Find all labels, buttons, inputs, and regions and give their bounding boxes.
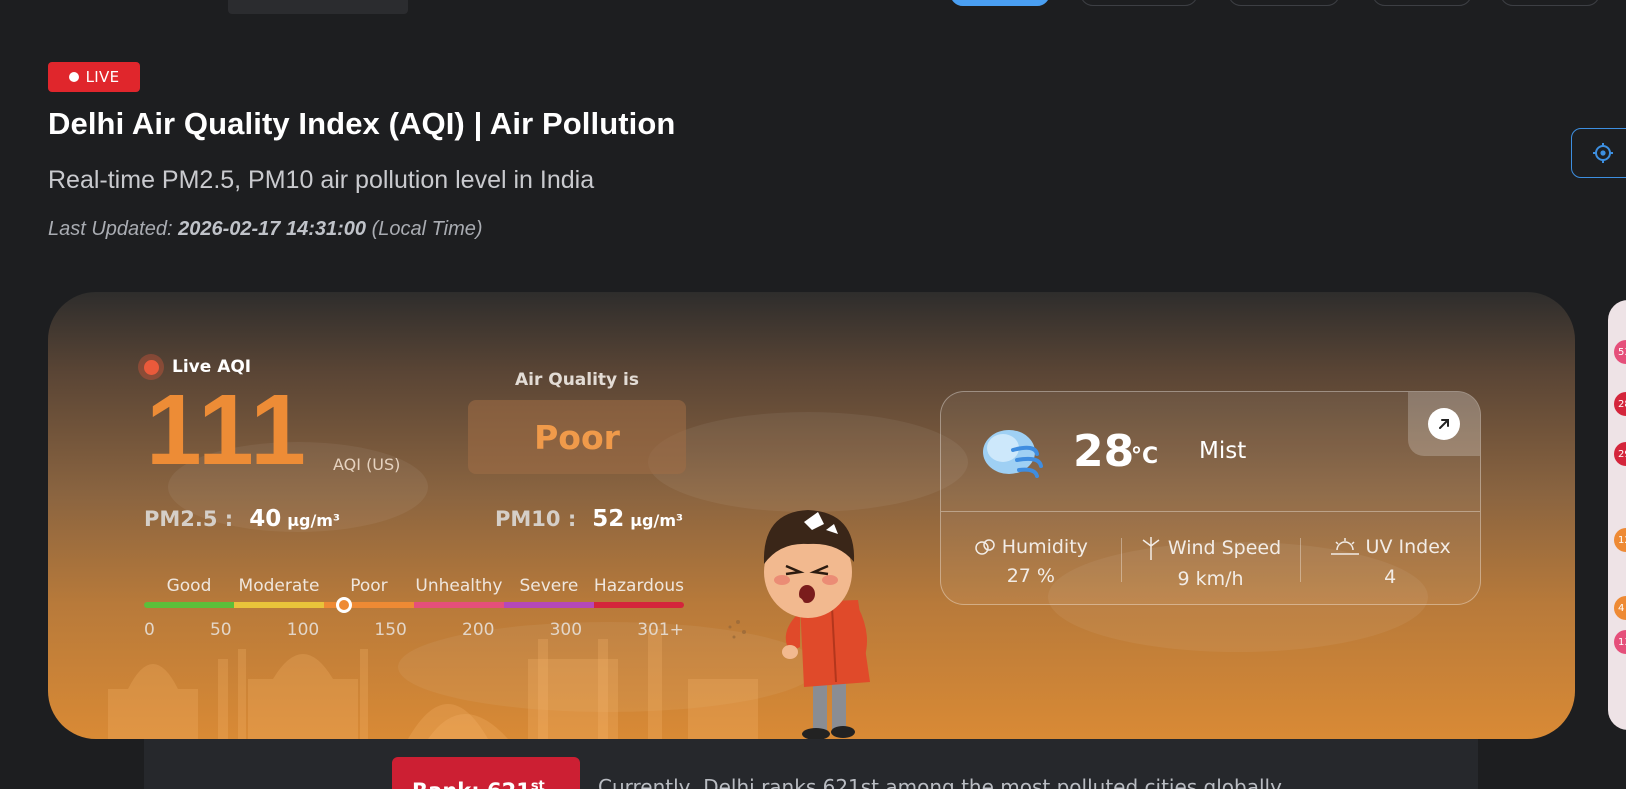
locate-me-button[interactable] [1571,128,1626,178]
scale-label-good: Good [166,576,212,596]
aqi-scale-marker [335,597,352,613]
map-marker[interactable]: 53 [1614,340,1626,364]
scale-tick: 200 [462,620,495,640]
pm25-label: PM2.5 : [144,507,234,531]
last-updated-suffix: (Local Time) [371,218,483,240]
wind-speed-label: Wind Speed [1167,537,1282,559]
temperature-unit: °C [1131,444,1159,469]
pm10-reading: PM10 : 52 µg/m³ [495,506,683,532]
scale-segment-hazardous [594,602,684,608]
aqi-scale-ticks: 0 50 100 150 200 300 301+ [144,620,684,640]
scale-tick: 150 [374,620,407,640]
scale-segment-moderate [234,602,324,608]
page-subtitle: Real-time PM2.5, PM10 air pollution leve… [48,166,595,194]
humidity-value: 27 % [1006,565,1055,587]
scale-tick: 0 [144,620,155,640]
map-marker[interactable]: 28 [1614,392,1626,416]
scale-label-severe: Severe [519,576,579,596]
last-updated-value: 2026-02-17 14:31:00 [178,218,367,240]
uv-index-value: 4 [1384,566,1397,588]
map-marker[interactable]: 12 [1614,528,1626,552]
aqi-value: 111 [146,374,308,486]
location-target-icon [1593,143,1613,163]
nav-pill[interactable] [1500,0,1600,6]
aqi-unit: AQI (US) [333,455,401,474]
nav-pill[interactable] [1372,0,1472,6]
weather-details-button[interactable] [1408,392,1480,456]
rank-suffix: st [530,779,545,789]
nav-pill-active[interactable] [950,0,1050,6]
pm25-unit: µg/m³ [287,511,340,530]
nav-pill[interactable] [1080,0,1198,6]
humidity-stat: Humidity 27 % [941,512,1121,604]
scale-tick: 300 [549,620,583,640]
page-title: Delhi Air Quality Index (AQI) | Air Poll… [48,106,676,141]
humidity-label: Humidity [1001,536,1088,558]
pm10-value: 52 [592,506,625,532]
aqi-scale-bar [144,602,684,608]
search-bar[interactable] [228,0,408,14]
wind-turbine-icon [1142,537,1160,560]
temperature-value: 28 [1073,426,1135,477]
rank-value: 621 [487,779,531,789]
aqi-scale-labels: Good Moderate Poor Unhealthy Severe Haza… [144,576,684,596]
wind-speed-stat: Wind Speed 9 km/h [1120,512,1301,604]
rank-badge: Rank: 621st [392,757,580,789]
live-badge: LIVE [48,62,140,92]
scale-tick: 100 [286,620,320,640]
last-updated-label: Last Updated: [48,218,173,240]
aqi-map-preview[interactable]: 53 28 296 12 4 13 [1608,300,1626,730]
rank-prefix: Rank: [412,779,480,789]
live-badge-label: LIVE [85,68,120,86]
uv-index-label: UV Index [1365,536,1451,558]
nav-pill[interactable] [1228,0,1340,6]
uv-sun-icon [1330,538,1359,555]
map-marker[interactable]: 296 [1614,442,1626,466]
scale-segment-severe [504,602,594,608]
live-dot-icon [68,72,79,82]
scale-tick: 50 [209,620,232,640]
scale-label-moderate: Moderate [238,576,320,596]
map-marker[interactable]: 13 [1614,630,1626,654]
map-marker[interactable]: 4 [1614,596,1626,620]
arrow-up-right-icon [1439,419,1449,429]
scale-label-poor: Poor [350,576,388,596]
pm25-value: 40 [249,506,282,532]
pm10-unit: µg/m³ [630,511,683,530]
last-updated: Last Updated: 2026-02-17 14:31:00 (Local… [48,218,483,241]
pm25-reading: PM2.5 : 40 µg/m³ [144,506,340,532]
scale-segment-good [144,602,234,608]
weather-panel: 28 °C Mist Humidity 27 % Wind Speed 9 km… [940,391,1481,605]
scale-label-unhealthy: Unhealthy [415,576,503,596]
scale-tick: 301+ [637,620,684,640]
air-quality-label: Air Quality is [514,370,640,390]
wind-speed-value: 9 km/h [1177,568,1244,590]
ranking-text: Currently, Delhi ranks 621st among the m… [598,775,1286,789]
pm10-label: PM10 : [495,507,577,531]
humidity-icon [975,539,995,555]
scale-label-hazardous: Hazardous [593,576,684,596]
scale-segment-unhealthy [414,602,504,608]
uv-index-stat: UV Index 4 [1300,512,1480,604]
weather-condition: Mist [1199,438,1247,464]
coughing-boy-illustration [728,510,870,739]
air-quality-status: Poor [468,400,686,474]
mist-weather-icon [983,430,1043,478]
aqi-card: Live AQI 111 AQI (US) Air Quality is Poo… [48,292,1575,739]
